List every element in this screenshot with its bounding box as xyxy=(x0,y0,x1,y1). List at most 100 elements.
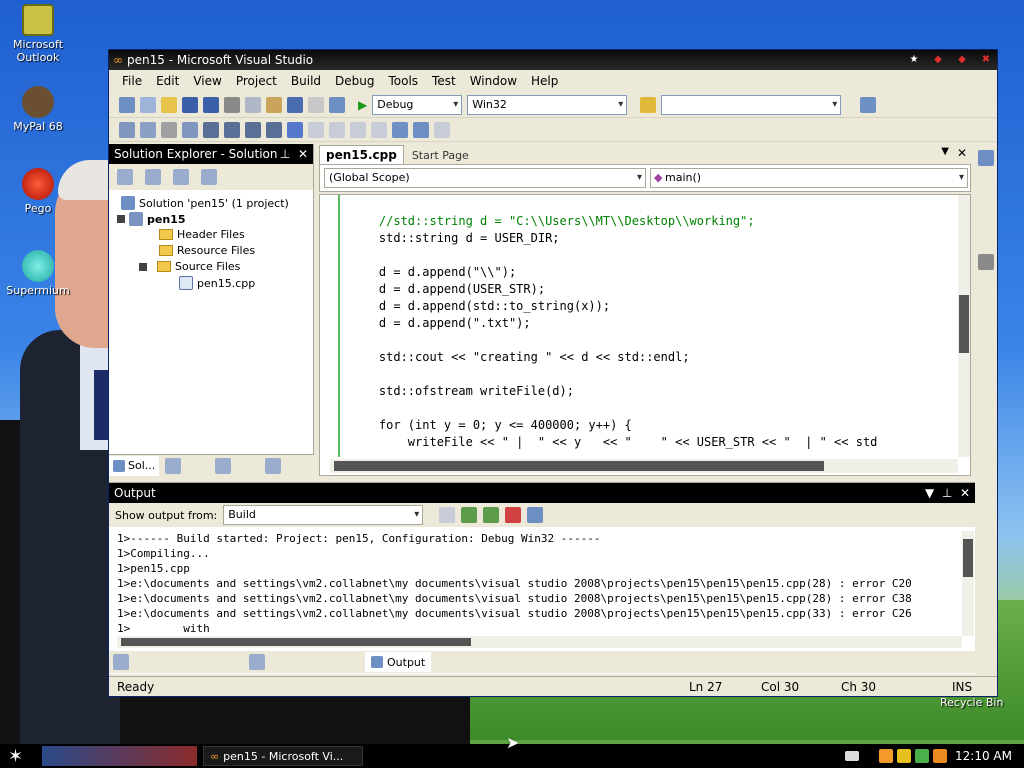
title-bar[interactable]: ∞ pen15 - Microsoft Visual Studio ★ ◆ ◆ … xyxy=(109,50,997,70)
toggle-word-wrap-icon[interactable] xyxy=(527,507,544,523)
output-text[interactable]: 1>------ Build started: Project: pen15, … xyxy=(117,531,962,641)
cut-icon[interactable] xyxy=(224,96,240,113)
output-vscroll-thumb[interactable] xyxy=(963,539,973,577)
increase-indent-icon[interactable] xyxy=(224,121,240,138)
find-message-icon[interactable] xyxy=(439,507,456,523)
add-item-icon[interactable] xyxy=(140,96,156,113)
search-icon[interactable] xyxy=(933,749,948,763)
class-diagram-icon[interactable] xyxy=(201,169,217,185)
tree-header-files[interactable]: Header Files xyxy=(159,228,245,241)
next-bookmark-icon[interactable] xyxy=(329,121,345,138)
clear-bookmarks-icon[interactable] xyxy=(434,121,450,138)
taskbar-item-browser[interactable] xyxy=(42,746,197,766)
editor-vscroll-thumb[interactable] xyxy=(959,295,969,353)
start-button[interactable]: ✶ xyxy=(8,746,38,767)
copy-icon[interactable] xyxy=(245,96,261,113)
redo-icon[interactable] xyxy=(308,96,324,113)
find-in-files-icon[interactable] xyxy=(640,96,657,113)
editor-hscrollbar[interactable] xyxy=(330,459,958,473)
properties-icon[interactable] xyxy=(117,169,133,185)
next-bookmark-folder-icon[interactable] xyxy=(371,121,387,138)
desktop-icon-outlook[interactable]: Microsoft Outlook xyxy=(0,4,76,64)
undo-icon[interactable] xyxy=(287,96,303,113)
menu-edit[interactable]: Edit xyxy=(149,74,186,88)
solution-explorer-icon[interactable] xyxy=(860,96,877,113)
menu-test[interactable]: Test xyxy=(425,74,463,88)
comment-icon[interactable] xyxy=(245,121,261,138)
keyboard-tray-icon[interactable] xyxy=(845,751,860,761)
open-file-icon[interactable] xyxy=(161,96,177,113)
tree-resource-files[interactable]: Resource Files xyxy=(159,244,255,257)
tray-icon-1[interactable] xyxy=(879,749,894,763)
close-icon[interactable]: ✕ xyxy=(298,147,308,161)
next-message-icon[interactable] xyxy=(483,507,500,523)
collapse-icon[interactable] xyxy=(117,215,125,223)
menu-window[interactable]: Window xyxy=(463,74,524,88)
navigate-icon[interactable] xyxy=(329,96,345,113)
decrease-indent-icon[interactable] xyxy=(203,121,219,138)
shield-icon[interactable] xyxy=(897,749,912,763)
minimize-button[interactable]: ◆ xyxy=(927,53,949,67)
recycle-bin-label[interactable]: Recycle Bin xyxy=(940,696,1003,709)
class-view-tab-icon[interactable] xyxy=(165,457,182,474)
show-all-files-icon[interactable] xyxy=(145,169,161,185)
solution-config-select[interactable]: Debug xyxy=(372,94,463,115)
tab-solution-explorer[interactable]: Sol... xyxy=(109,455,160,476)
pin-icon[interactable]: ⊥ xyxy=(280,147,290,161)
pin-icon[interactable]: ⊥ xyxy=(942,486,952,500)
next-bookmark-doc-icon[interactable] xyxy=(413,121,429,138)
tab-pen15-cpp[interactable]: pen15.cpp xyxy=(319,145,404,164)
tree-source-files[interactable]: Source Files xyxy=(139,260,240,273)
error-list-tab-icon[interactable] xyxy=(249,654,265,670)
tree-solution[interactable]: Solution 'pen15' (1 project) xyxy=(121,196,289,210)
prev-bookmark-doc-icon[interactable] xyxy=(392,121,408,138)
output-source-select[interactable]: Build xyxy=(223,505,424,525)
taskbar-item-visual-studio[interactable]: ∞ pen15 - Microsoft Vi... xyxy=(203,746,363,766)
solution-platform-select[interactable]: Win32 xyxy=(467,94,628,115)
network-icon[interactable] xyxy=(915,749,930,763)
menu-help[interactable]: Help xyxy=(524,74,565,88)
editor-hscroll-thumb[interactable] xyxy=(334,461,824,471)
desktop-icon-supermium[interactable]: Supermium xyxy=(0,250,76,297)
editor-vscrollbar[interactable] xyxy=(958,195,970,457)
property-manager-tab-icon[interactable] xyxy=(215,457,232,474)
collapse-icon[interactable] xyxy=(139,262,147,271)
toolbox-icon[interactable] xyxy=(978,254,994,270)
solution-explorer-header[interactable]: Solution Explorer - Solution '... ⊥ ✕ xyxy=(109,144,313,181)
find-combo[interactable] xyxy=(661,94,842,115)
complete-word-icon[interactable] xyxy=(182,121,198,138)
save-icon[interactable] xyxy=(182,96,198,113)
server-explorer-icon[interactable] xyxy=(978,150,994,166)
clear-all-icon[interactable] xyxy=(505,507,522,523)
tree-project[interactable]: pen15 xyxy=(117,212,185,226)
output-hscrollbar[interactable] xyxy=(117,636,962,648)
prev-message-icon[interactable] xyxy=(461,507,478,523)
tree-file-pen15-cpp[interactable]: pen15.cpp xyxy=(179,276,255,290)
maximize-button[interactable]: ◆ xyxy=(951,53,973,67)
refresh-icon[interactable] xyxy=(173,169,189,185)
start-debugging-icon[interactable]: ▶ xyxy=(358,98,367,112)
toggle-bookmark-icon[interactable] xyxy=(287,121,303,138)
close-button[interactable]: ✖ xyxy=(975,53,997,67)
clock[interactable]: 12:10 AM xyxy=(955,749,1012,763)
scope-select[interactable]: (Global Scope) xyxy=(324,168,646,188)
parameter-info-icon[interactable] xyxy=(140,121,156,138)
desktop-icon-pego[interactable]: Pego xyxy=(0,168,76,215)
pin-icon[interactable]: ★ xyxy=(903,53,925,67)
new-project-icon[interactable] xyxy=(119,96,135,113)
close-document-icon[interactable]: ✕ xyxy=(957,146,967,160)
output-header[interactable]: Output ▼ ⊥ ✕ xyxy=(109,483,975,503)
member-select[interactable]: ◆ main() xyxy=(650,168,968,188)
desktop-icon-mypal[interactable]: MyPal 68 xyxy=(0,86,76,133)
close-icon[interactable]: ✕ xyxy=(960,486,970,500)
prev-bookmark-icon[interactable] xyxy=(308,121,324,138)
resource-view-tab-icon[interactable] xyxy=(265,457,282,474)
menu-project[interactable]: Project xyxy=(229,74,284,88)
prev-bookmark-folder-icon[interactable] xyxy=(350,121,366,138)
menu-view[interactable]: View xyxy=(186,74,228,88)
code-definition-tab-icon[interactable] xyxy=(113,654,129,670)
menu-build[interactable]: Build xyxy=(284,74,328,88)
paste-icon[interactable] xyxy=(266,96,282,113)
tab-start-page[interactable]: Start Page xyxy=(406,147,475,164)
menu-file[interactable]: File xyxy=(115,74,149,88)
